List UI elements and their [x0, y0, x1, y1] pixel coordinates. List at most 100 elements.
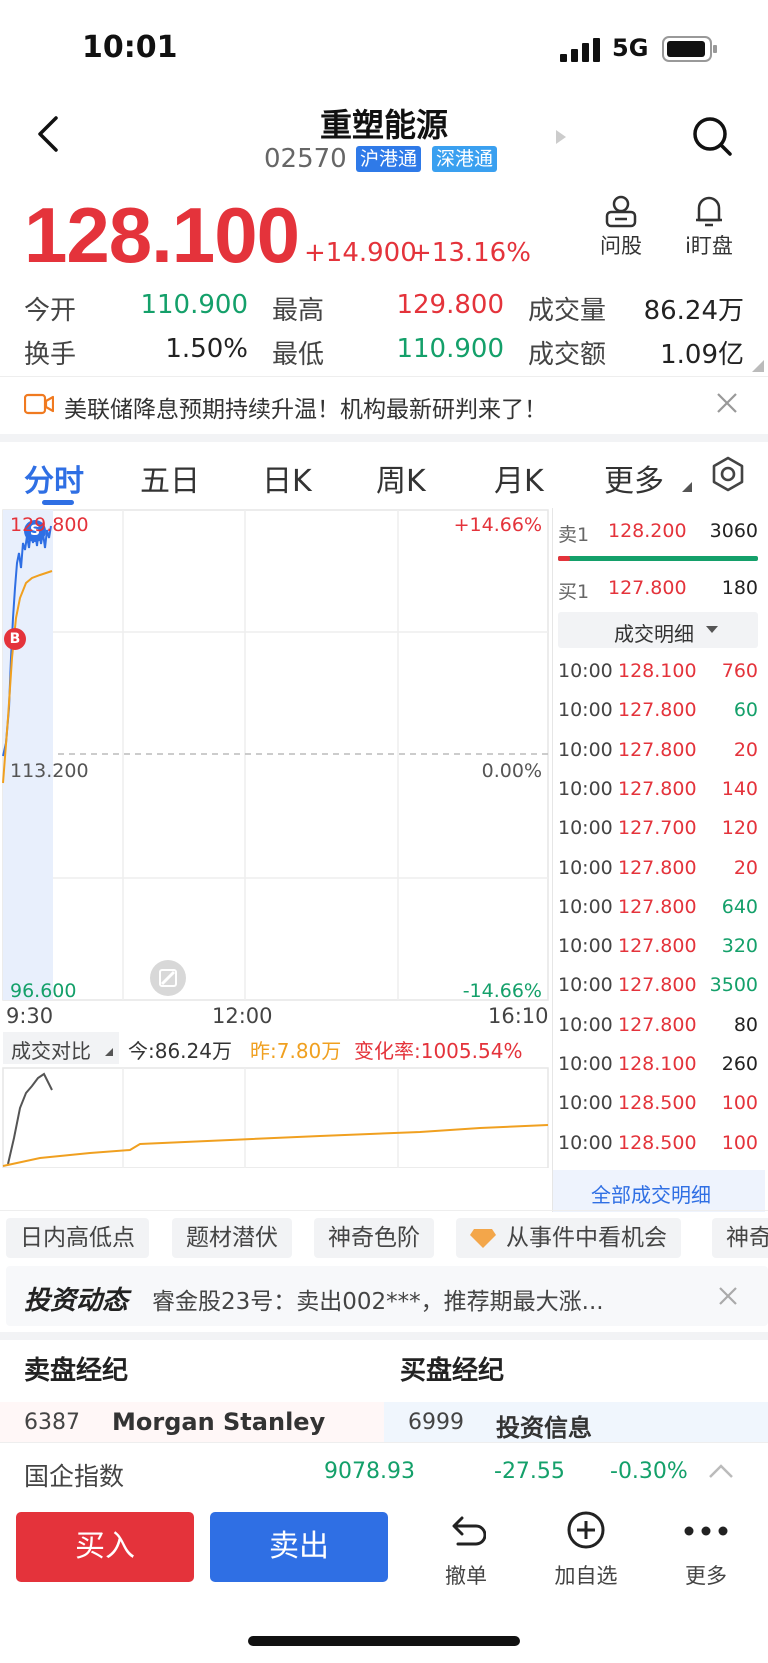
chip-color-scale[interactable]: 神奇色阶	[314, 1218, 434, 1258]
tick-time: 10:00	[558, 1131, 613, 1154]
selector-corner-icon	[105, 1048, 113, 1056]
trade-tick-row: 10:00 127.800 80	[558, 1014, 758, 1042]
current-price: 128.100	[24, 191, 300, 279]
close-icon[interactable]	[716, 392, 738, 414]
ask-stock-label: 问股	[600, 234, 642, 258]
settings-icon[interactable]	[710, 456, 746, 492]
tab-monthly-k[interactable]: 月K	[494, 456, 544, 500]
all-trade-detail-label: 全部成交明细	[591, 1183, 711, 1207]
tag-shhk-connect: 沪港通	[356, 146, 422, 172]
chevron-up-icon[interactable]	[708, 1463, 734, 1479]
tick-volume: 60	[733, 699, 758, 722]
volume-value: 86.24万	[643, 296, 744, 326]
tick-volume: 100	[721, 1131, 758, 1154]
open-label: 今开	[24, 296, 77, 326]
chip-intraday-high-low[interactable]: 日内高低点	[6, 1218, 149, 1258]
sell-broker-code: 6387	[24, 1410, 80, 1435]
amount-label: 成交额	[528, 340, 607, 370]
buy-button[interactable]: 买入	[16, 1512, 194, 1582]
invest-dynamics-title: 投资动态	[24, 1286, 129, 1316]
expand-corner-icon[interactable]	[752, 360, 764, 372]
home-indicator	[248, 1636, 520, 1646]
sell-broker-row[interactable]: 6387 Morgan Stanley	[0, 1402, 384, 1442]
tab-weekly-k[interactable]: 周K	[376, 456, 426, 500]
tick-time: 10:00	[558, 895, 613, 918]
battery-icon	[662, 36, 717, 62]
low-value: 110.900	[396, 334, 504, 364]
price-change-pct: +13.16%	[410, 238, 531, 268]
chip-theme-lurk[interactable]: 题材潜伏	[172, 1218, 292, 1258]
buy-broker-code: 6999	[408, 1410, 464, 1435]
tick-time: 10:00	[558, 856, 613, 879]
sell-button[interactable]: 卖出	[210, 1512, 388, 1582]
tab-intraday[interactable]: 分时	[24, 456, 84, 500]
tick-volume: 260	[721, 1053, 758, 1075]
tick-price: 128.100	[618, 660, 697, 682]
buy-marker[interactable]: B	[4, 628, 26, 650]
all-trade-detail-button[interactable]: 全部成交明细	[553, 1170, 765, 1212]
tab-five-day[interactable]: 五日	[140, 456, 200, 500]
tick-volume: 760	[721, 660, 758, 682]
chart-bottom-price: 96.600	[10, 980, 77, 1002]
tab-more[interactable]: 更多	[604, 456, 664, 500]
draw-tool-icon[interactable]	[148, 958, 188, 998]
invest-dynamics-text: 睿金股23号：卖出002***，推荐期最大涨...	[152, 1289, 604, 1315]
time-end: 16:10	[488, 1004, 549, 1028]
invest-close-icon[interactable]	[718, 1286, 738, 1306]
buy-broker-name: 投资信息	[496, 1414, 592, 1442]
tag-szhk-connect: 深港通	[432, 146, 498, 172]
time-start: 9:30	[6, 1004, 54, 1028]
index-bar[interactable]: 国企指数 9078.93 -27.55 -0.30%	[0, 1442, 768, 1502]
volume-compare-label: 成交对比	[11, 1039, 91, 1063]
chip-event-opportunity[interactable]: 从事件中看机会	[456, 1218, 681, 1258]
tick-price: 128.100	[618, 1053, 697, 1075]
price-change: +14.900	[304, 238, 417, 268]
high-label: 最高	[272, 296, 325, 326]
stock-name: 重塑能源	[319, 106, 448, 144]
bid-ask-ratio-bar	[558, 556, 758, 561]
ask-volume: 3060	[709, 520, 758, 542]
tick-time: 10:00	[558, 1053, 613, 1075]
tick-price: 127.800	[618, 1013, 697, 1036]
ask-label: 卖1	[558, 524, 590, 546]
turnover-label: 换手	[24, 340, 77, 370]
ask-stock-button[interactable]: 问股	[576, 194, 666, 260]
high-value: 129.800	[396, 290, 504, 320]
tick-time: 10:00	[558, 974, 613, 997]
trade-tick-row: 10:00 127.800 3500	[558, 974, 758, 1002]
video-icon	[24, 393, 54, 415]
trade-tick-row: 10:00 128.100 260	[558, 1053, 758, 1081]
open-value: 110.900	[140, 290, 248, 320]
trade-tick-row: 10:00 127.800 60	[558, 699, 758, 727]
diamond-icon	[470, 1229, 496, 1248]
tick-volume: 20	[733, 856, 758, 879]
tick-volume: 120	[721, 817, 758, 840]
amount-value: 1.09亿	[660, 340, 744, 370]
trade-tick-row: 10:00 128.100 760	[558, 660, 758, 688]
buy-broker-row[interactable]: 6999 投资信息	[384, 1402, 768, 1442]
search-icon[interactable]	[690, 114, 734, 158]
tab-daily-k[interactable]: 日K	[262, 456, 312, 500]
chart-top-pct: +14.66%	[453, 514, 542, 536]
bid-volume: 180	[721, 577, 758, 599]
bid-label: 买1	[558, 581, 590, 603]
intraday-chart[interactable]	[0, 508, 552, 1168]
watch-button[interactable]: i盯盘	[664, 194, 754, 260]
bid-price: 127.800	[608, 577, 687, 599]
invest-dynamics-banner[interactable]: 投资动态 睿金股23号：卖出002***，推荐期最大涨...	[6, 1266, 768, 1326]
trade-detail-button[interactable]: 成交明细	[558, 612, 758, 648]
trade-tick-row: 10:00 127.800 140	[558, 778, 758, 806]
chip-event-label: 从事件中看机会	[506, 1225, 667, 1251]
tick-time: 10:00	[558, 699, 613, 722]
volume-compare-selector[interactable]: 成交对比	[3, 1032, 119, 1064]
tab-more-corner-icon	[682, 482, 692, 492]
tick-price: 127.700	[618, 817, 697, 840]
index-change: -27.55	[494, 1459, 565, 1484]
next-stock-icon[interactable]	[554, 128, 568, 146]
news-banner[interactable]: 美联储降息预期持续升温！机构最新研判来了！	[0, 384, 768, 428]
turnover-value: 1.50%	[165, 334, 248, 364]
chart-mid-price: 113.200	[10, 760, 89, 782]
index-value: 9078.93	[324, 1459, 415, 1484]
stock-code: 02570	[264, 144, 347, 174]
chip-magic[interactable]: 神奇	[712, 1218, 768, 1258]
